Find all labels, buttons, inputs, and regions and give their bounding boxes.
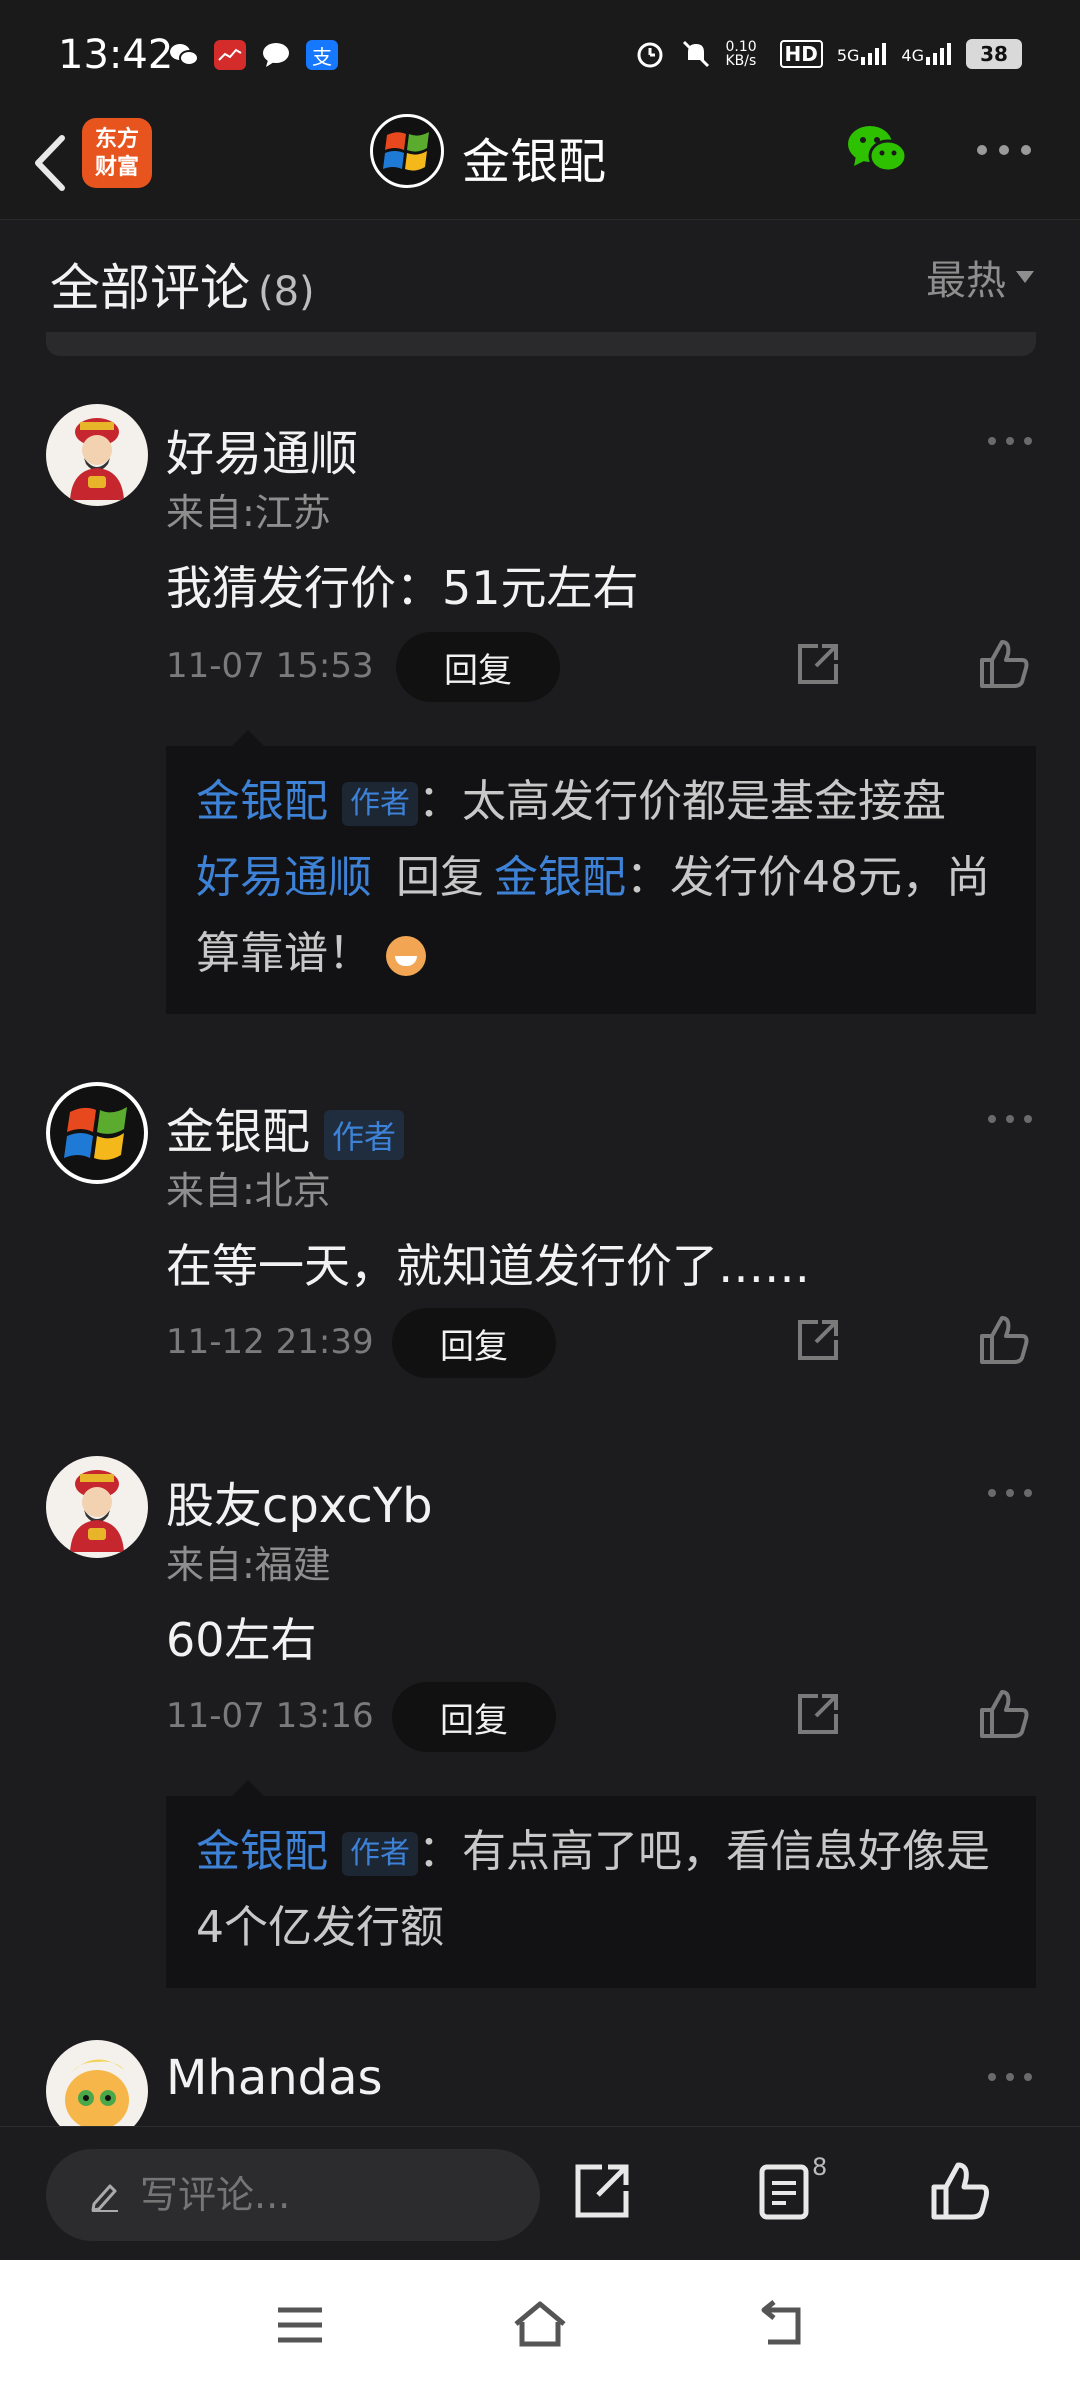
author-badge: 作者 — [324, 1110, 405, 1160]
comment-more-icon[interactable] — [986, 2070, 1034, 2084]
user-avatar[interactable] — [46, 404, 148, 506]
share-icon[interactable] — [794, 1690, 842, 1738]
comment-text: 60左右 — [166, 1613, 317, 1667]
comment-more-icon[interactable] — [986, 434, 1034, 448]
notification-icons: 支 — [168, 40, 338, 70]
windows-logo-icon — [383, 132, 429, 171]
reply-thread: 金银配 作者 ：太高发行价都是基金接盘 好易通顺 回复 金银配：发行价48元，尚算靠… — [166, 730, 1036, 1014]
alipay-notification-icon: 支 — [306, 40, 338, 70]
reply-button[interactable]: 回复 — [396, 632, 560, 702]
wechat-icon — [848, 126, 908, 173]
pony-avatar-icon — [65, 2059, 129, 2126]
caishen-avatar-icon — [70, 1470, 124, 1552]
channel-title[interactable]: 金银配 — [462, 122, 606, 192]
sort-label: 最热 — [926, 258, 1006, 304]
like-icon[interactable] — [978, 1314, 1030, 1366]
reply-item: 金银配 作者 ：有点高了吧，看信息好像是4个亿发行额 — [196, 1826, 990, 1953]
comment-username[interactable]: Mhandas — [166, 2050, 383, 2106]
share-icon[interactable] — [794, 640, 842, 688]
like-icon[interactable] — [930, 2161, 990, 2221]
battery-icon: 38 — [966, 39, 1022, 69]
menu-icon[interactable] — [272, 2300, 328, 2350]
alarm-icon — [637, 42, 662, 68]
write-comment-box[interactable] — [46, 2149, 540, 2241]
signal-4g-icon: 4G — [901, 43, 952, 65]
reply-button[interactable]: 回复 — [392, 1682, 556, 1752]
hd-icon: HD — [779, 40, 823, 68]
system-navigation-bar — [0, 2260, 1080, 2388]
comment-meta: 11-07 13:16 回复 — [166, 1682, 1036, 1752]
net-speed: 0.10 KB/s — [725, 39, 757, 69]
comment-toolbar: 8 — [0, 2126, 1080, 2260]
share-icon[interactable] — [794, 1316, 842, 1364]
section-divider — [46, 332, 1036, 356]
comment-meta: 11-12 21:39 回复 — [166, 1308, 1036, 1378]
reply-username[interactable]: 好易通顺 — [196, 852, 372, 903]
comment-time: 11-12 21:39 — [166, 1322, 374, 1362]
user-avatar[interactable] — [46, 1456, 148, 1558]
comment-username[interactable]: 股友cpxcYb — [166, 1466, 433, 1536]
wechat-notification-icon — [168, 40, 200, 70]
reply-item: 好易通顺 回复 金银配：发行价48元，尚算靠谱！ — [196, 852, 990, 979]
like-icon[interactable] — [978, 1688, 1030, 1740]
system-status-icons: 0.10 KB/s HD 5G 4G 38 — [634, 38, 1022, 70]
status-time: 13:42 — [58, 32, 174, 78]
reply-username[interactable]: 金银配 — [196, 776, 328, 827]
comment-meta: 11-07 15:53 回复 — [166, 632, 1036, 702]
wechat-share-button[interactable] — [846, 120, 910, 180]
comment-more-icon[interactable] — [986, 1112, 1034, 1126]
comment-more-icon[interactable] — [986, 1486, 1034, 1500]
pencil-icon — [91, 2184, 118, 2212]
comments-title: 全部评论 (8) — [50, 259, 315, 317]
comment-username[interactable]: 金银配 作者 — [166, 1092, 405, 1162]
mute-icon — [682, 40, 709, 68]
eastmoney-logo[interactable]: 东方财富 — [82, 118, 152, 188]
chevron-left-icon — [35, 135, 65, 191]
write-comment-input[interactable] — [140, 2173, 500, 2217]
stock-app-notification-icon — [214, 40, 246, 70]
comment-text: 我猜发行价：51元左右 — [166, 561, 639, 615]
comment-text: 在等一天，就知道发行价了…… — [166, 1239, 810, 1293]
reply-verb: 回复 — [396, 852, 484, 903]
author-badge: 作者 — [342, 1832, 418, 1876]
grin-emoji-icon — [386, 936, 426, 976]
like-icon[interactable] — [978, 638, 1030, 690]
caret-down-icon — [1016, 271, 1034, 283]
sort-dropdown[interactable]: 最热 — [926, 248, 1034, 306]
more-horizontal-icon — [977, 145, 1031, 155]
author-badge: 作者 — [342, 782, 418, 826]
more-options-button[interactable] — [976, 140, 1032, 160]
reply-item: 金银配 作者 ：太高发行价都是基金接盘 — [196, 776, 946, 827]
comment-username[interactable]: 好易通顺 — [166, 414, 358, 484]
back-button[interactable] — [22, 126, 82, 196]
status-bar: 13:42 支 0.10 KB/s HD 5G 4G 38 — [0, 0, 1080, 110]
comment-location: 来自:福建 — [166, 1543, 331, 1587]
signal-5g-icon: 5G — [837, 43, 888, 65]
reply-username[interactable]: 金银配 — [196, 1826, 328, 1877]
user-avatar[interactable] — [46, 2040, 148, 2126]
reply-text: 太高发行价都是基金接盘 — [462, 776, 946, 827]
comments-list-icon[interactable] — [756, 2161, 816, 2221]
share-icon[interactable] — [572, 2161, 632, 2221]
windows-logo-icon — [64, 1107, 127, 1160]
caishen-avatar-icon — [70, 418, 124, 500]
comment-location: 来自:北京 — [166, 1169, 331, 1213]
comment-count-badge: 8 — [812, 2153, 828, 2181]
brand-logo-text: 东方财富 — [95, 127, 140, 180]
reply-target[interactable]: 金银配 — [494, 852, 626, 903]
message-notification-icon — [260, 40, 292, 70]
reply-button[interactable]: 回复 — [392, 1308, 556, 1378]
comment-time: 11-07 15:53 — [166, 646, 374, 686]
channel-avatar[interactable] — [370, 114, 444, 188]
back-nav-icon[interactable] — [752, 2300, 808, 2350]
user-avatar[interactable] — [46, 1082, 148, 1184]
home-icon[interactable] — [512, 2300, 568, 2350]
comment-time: 11-07 13:16 — [166, 1696, 374, 1736]
comments-count: (8) — [258, 269, 315, 315]
app-header: 东方财富 金银配 — [0, 110, 1080, 220]
comment-item: Mhandas — [0, 2040, 1080, 2126]
comment-location: 来自:江苏 — [166, 491, 331, 535]
reply-thread: 金银配 作者 ：有点高了吧，看信息好像是4个亿发行额 — [166, 1780, 1036, 1988]
